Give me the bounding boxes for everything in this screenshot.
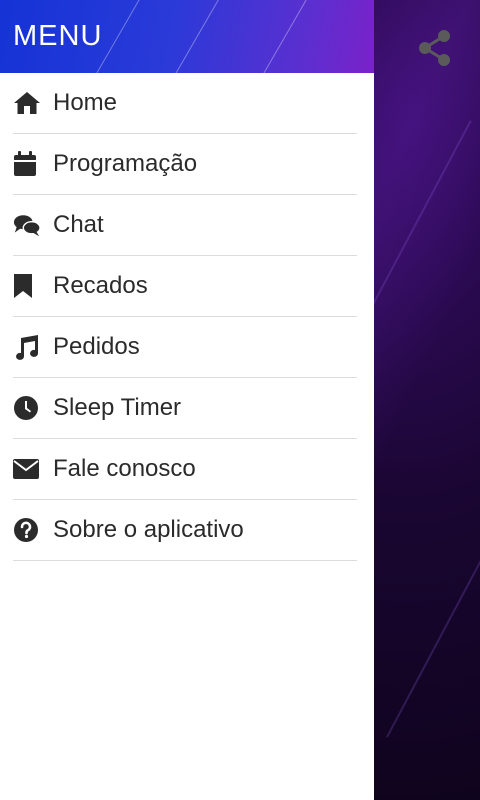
bookmark-icon [13, 272, 41, 300]
menu-item-programacao[interactable]: Programação [13, 134, 357, 195]
menu-item-label: Sleep Timer [53, 394, 182, 421]
menu-item-sobre-aplicativo[interactable]: Sobre o aplicativo [13, 500, 357, 561]
decor-line [240, 0, 321, 73]
navigation-drawer: MENU Home Programação Chat Recados Pedid… [0, 0, 374, 800]
menu-item-label: Chat [53, 211, 104, 238]
menu-item-chat[interactable]: Chat [13, 195, 357, 256]
menu-list: Home Programação Chat Recados Pedidos Sl… [0, 73, 374, 561]
menu-item-label: Sobre o aplicativo [53, 516, 244, 543]
share-icon [419, 30, 450, 66]
music-note-icon [13, 333, 41, 361]
menu-item-pedidos[interactable]: Pedidos [13, 317, 357, 378]
envelope-icon [13, 455, 41, 483]
question-circle-icon [13, 516, 41, 544]
menu-item-label: Programação [53, 150, 198, 177]
calendar-icon [13, 150, 41, 178]
decor-line [155, 0, 236, 73]
menu-item-label: Fale conosco [53, 455, 196, 482]
share-button[interactable] [416, 28, 454, 68]
chat-icon [13, 211, 41, 239]
home-icon [13, 89, 41, 117]
decor-streak [386, 560, 480, 738]
menu-item-home[interactable]: Home [13, 73, 357, 134]
clock-icon [13, 394, 41, 422]
drawer-header: MENU [0, 0, 374, 73]
menu-item-label: Recados [53, 272, 148, 299]
menu-item-label: Pedidos [53, 333, 140, 360]
menu-item-label: Home [53, 89, 118, 116]
menu-item-recados[interactable]: Recados [13, 256, 357, 317]
menu-item-fale-conosco[interactable]: Fale conosco [13, 439, 357, 500]
menu-item-sleep-timer[interactable]: Sleep Timer [13, 378, 357, 439]
drawer-title: MENU [13, 20, 103, 52]
